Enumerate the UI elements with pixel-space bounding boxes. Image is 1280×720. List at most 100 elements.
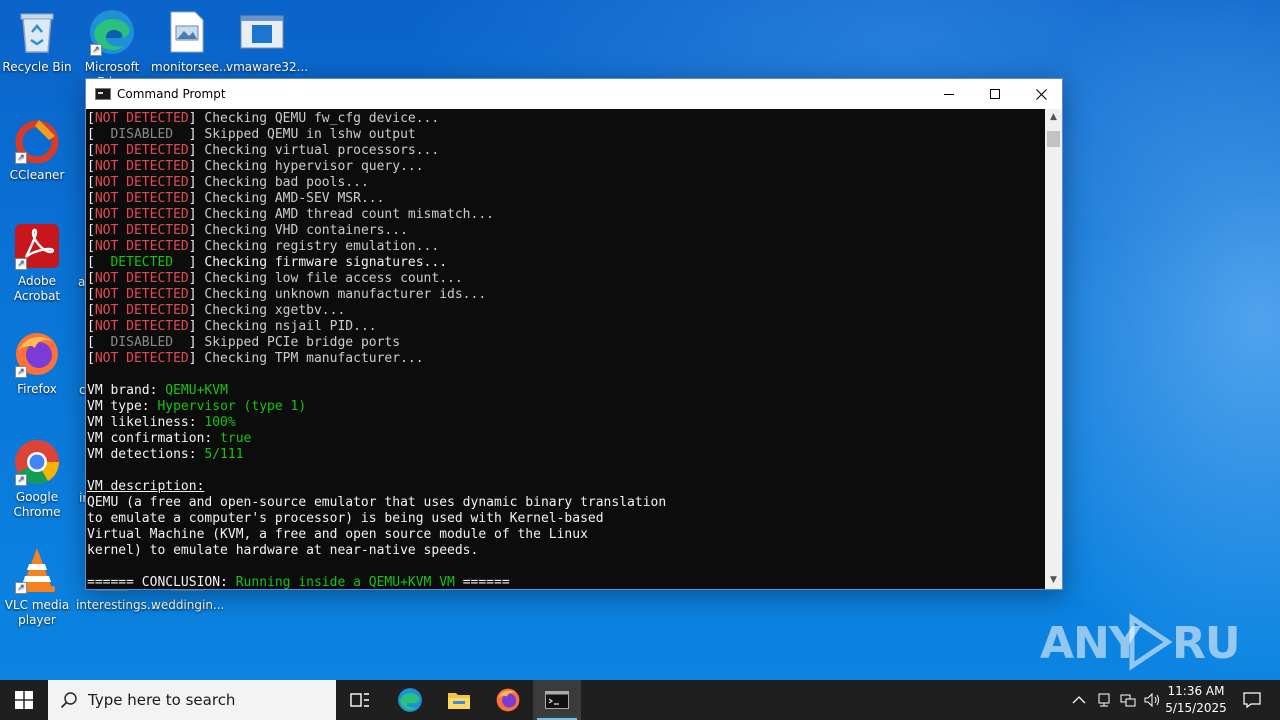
conclusion-suffix: ======	[454, 575, 510, 589]
windows-logo-icon	[15, 691, 33, 709]
system-tray	[1066, 680, 1162, 720]
bracket: [	[87, 111, 95, 126]
summary-line: VM detections: 5/111	[87, 447, 1046, 463]
recycle-bin-icon	[13, 8, 61, 56]
status-tag: NOT DETECTED	[94, 111, 189, 126]
start-button[interactable]	[0, 680, 48, 720]
check-text: Skipped PCIe bridge ports	[204, 335, 401, 350]
conclusion-value: Running inside a QEMU+KVM VM	[235, 575, 455, 589]
vertical-scrollbar[interactable]: ▲ ▼	[1045, 109, 1062, 589]
desktop-icon-firefox[interactable]: ↗ Firefox	[1, 330, 73, 397]
bracket: ]	[188, 319, 205, 334]
status-tag: DETECTED	[94, 255, 189, 270]
taskbar-command-prompt[interactable]	[533, 680, 581, 720]
ethernet-icon[interactable]	[1120, 692, 1136, 708]
minimize-button[interactable]	[926, 79, 972, 109]
taskbar-file-explorer[interactable]	[435, 680, 483, 720]
desktop-icon-vlc[interactable]: ↗ VLC media player	[1, 546, 73, 628]
scroll-thumb[interactable]	[1047, 131, 1060, 147]
check-text: Checking unknown manufacturer ids...	[204, 287, 487, 302]
desktop-icon-ccleaner[interactable]: ↗ CCleaner	[1, 116, 73, 183]
summary-key: VM type:	[87, 399, 158, 414]
summary-value: 100%	[204, 415, 236, 430]
scroll-down-icon[interactable]: ▼	[1045, 572, 1062, 589]
summary-value: Hypervisor (type 1)	[157, 399, 307, 414]
window-titlebar[interactable]: Command Prompt	[86, 79, 1062, 109]
bracket: ]	[188, 159, 205, 174]
summary-key: VM confirmation:	[87, 431, 221, 446]
console-line: [NOT DETECTED] Checking virtual processo…	[87, 143, 1046, 159]
close-button[interactable]	[1018, 79, 1064, 109]
chevron-up-icon[interactable]	[1072, 695, 1086, 705]
bracket: [	[87, 175, 95, 190]
description-line: kernel) to emulate hardware at near-nati…	[87, 543, 479, 558]
desktop-icon-recycle-bin[interactable]: Recycle Bin	[1, 8, 73, 75]
console-line: [NOT DETECTED] Checking registry emulati…	[87, 239, 1046, 255]
console-line: [NOT DETECTED] Checking TPM manufacturer…	[87, 351, 1046, 367]
svg-text:ANY: ANY	[1040, 618, 1142, 669]
bracket: [	[87, 271, 95, 286]
desktop-icon-vmaware32[interactable]: vmaware32...	[226, 8, 308, 75]
desktop-icon-adobe-acrobat[interactable]: ↗ Adobe Acrobat	[1, 222, 73, 304]
maximize-icon	[990, 89, 1000, 99]
bracket: [	[87, 223, 95, 238]
check-text: Checking VHD containers...	[204, 223, 408, 238]
conclusion-line: ====== CONCLUSION: Running inside a QEMU…	[87, 575, 1046, 589]
check-text: Checking hypervisor query...	[204, 159, 424, 174]
command-prompt-window[interactable]: Command Prompt [NOT DETECTED] Checking Q…	[85, 78, 1063, 590]
status-tag: NOT DETECTED	[94, 191, 189, 206]
taskbar-clock[interactable]: 11:36 AM 5/15/2025	[1160, 683, 1232, 717]
taskbar-firefox[interactable]	[484, 680, 532, 720]
task-view-button[interactable]	[336, 680, 384, 720]
notification-icon	[1243, 692, 1261, 709]
check-text: Checking QEMU fw_cfg device...	[204, 111, 440, 126]
desktop-icon-label: CCleaner	[9, 168, 65, 182]
bracket: ]	[188, 255, 205, 270]
bracket: ]	[188, 287, 205, 302]
status-tag: NOT DETECTED	[94, 351, 189, 366]
firefox-icon	[496, 688, 520, 712]
bracket: ]	[188, 335, 205, 350]
shortcut-arrow-icon: ↗	[15, 474, 27, 486]
summary-value: QEMU+KVM	[165, 383, 228, 398]
console-line: [NOT DETECTED] Checking nsjail PID...	[87, 319, 1046, 335]
status-tag: NOT DETECTED	[94, 223, 189, 238]
shortcut-arrow-icon: ↗	[15, 258, 27, 270]
notification-center-button[interactable]	[1228, 680, 1276, 720]
summary-line: VM confirmation: true	[87, 431, 1046, 447]
bracket: [	[87, 127, 95, 142]
check-text: Checking virtual processors...	[204, 143, 440, 158]
console-line: [ DISABLED ] Skipped PCIe bridge ports	[87, 335, 1046, 351]
console-line: [NOT DETECTED] Checking hypervisor query…	[87, 159, 1046, 175]
console-output[interactable]: [NOT DETECTED] Checking QEMU fw_cfg devi…	[86, 109, 1046, 589]
status-tag: NOT DETECTED	[94, 287, 189, 302]
desktop-icon-label: monitorsee...	[151, 60, 231, 74]
status-tag: NOT DETECTED	[94, 303, 189, 318]
scroll-up-icon[interactable]: ▲	[1045, 109, 1062, 126]
console-line: [NOT DETECTED] Checking xgetbv...	[87, 303, 1046, 319]
status-tag: NOT DETECTED	[94, 143, 189, 158]
check-text: Checking registry emulation...	[204, 239, 440, 254]
desktop-icon-monitorsee[interactable]: monitorsee...	[151, 8, 231, 75]
network-icon[interactable]	[1096, 692, 1112, 708]
firefox-icon: ↗	[13, 330, 61, 378]
check-text: Checking nsjail PID...	[204, 319, 377, 334]
status-tag: NOT DETECTED	[94, 239, 189, 254]
taskbar-edge[interactable]	[386, 680, 434, 720]
status-tag: NOT DETECTED	[94, 319, 189, 334]
bracket: ]	[188, 271, 205, 286]
check-text: Checking bad pools...	[204, 175, 369, 190]
taskbar-search-box[interactable]: Type here to search	[48, 680, 336, 720]
bracket: [	[87, 351, 95, 366]
command-prompt-icon	[545, 691, 569, 709]
status-tag: NOT DETECTED	[94, 159, 189, 174]
clock-date: 5/15/2025	[1165, 701, 1227, 715]
desktop-icon-google-chrome[interactable]: ↗ Google Chrome	[1, 438, 73, 520]
console-line: [ DETECTED ] Checking firmware signature…	[87, 255, 1046, 271]
maximize-button[interactable]	[972, 79, 1018, 109]
status-tag: DISABLED	[94, 335, 189, 350]
shortcut-arrow-icon: ↗	[15, 366, 27, 378]
command-prompt-icon	[95, 88, 111, 100]
